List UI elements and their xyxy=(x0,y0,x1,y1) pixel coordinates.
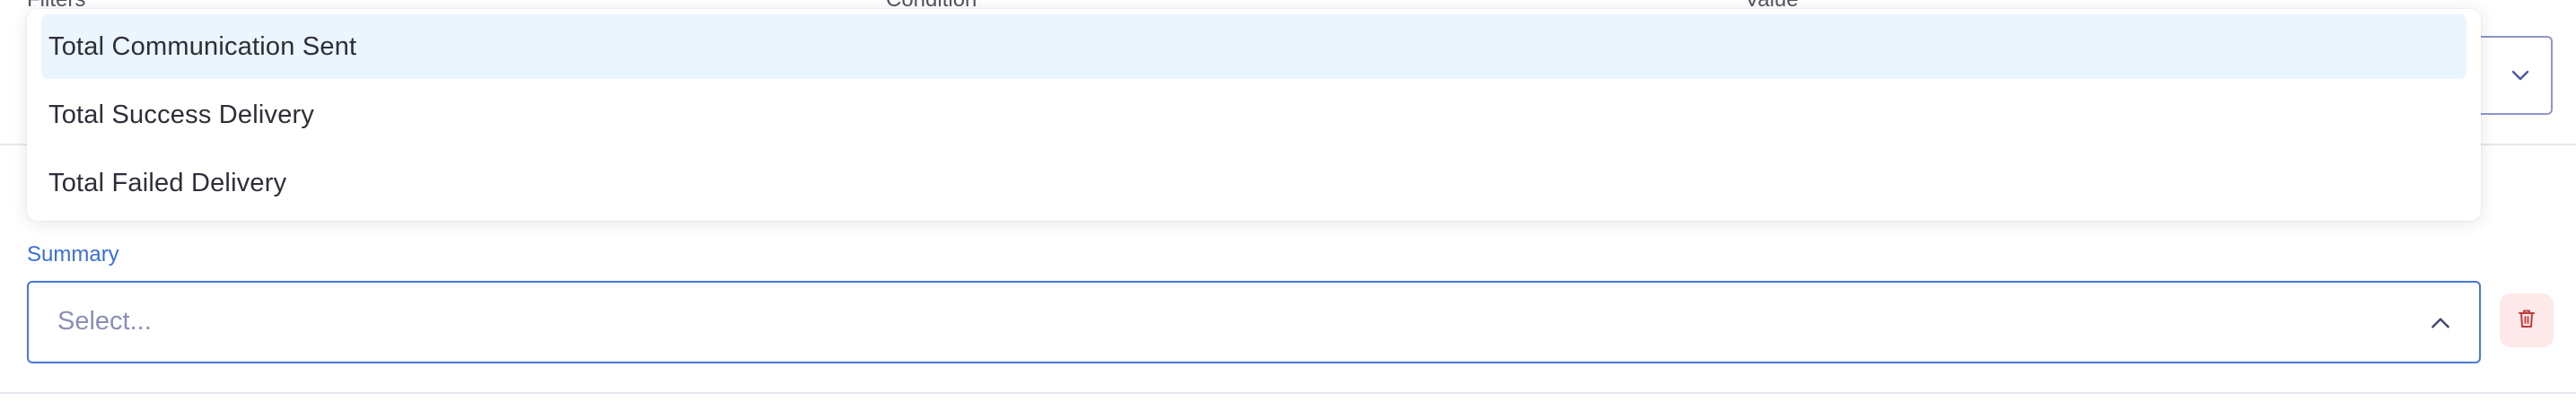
option-total-communication-sent[interactable]: Total Communication Sent xyxy=(41,14,2466,79)
delete-button[interactable] xyxy=(2500,293,2554,347)
trash-icon xyxy=(2517,308,2537,334)
chevron-down-icon xyxy=(2510,65,2531,91)
chevron-up-icon xyxy=(2429,311,2452,339)
summary-placeholder: Select... xyxy=(57,307,152,336)
summary-label: Summary xyxy=(27,242,119,267)
option-total-success-delivery[interactable]: Total Success Delivery xyxy=(41,83,2466,147)
summary-select[interactable]: Select... xyxy=(27,281,2481,363)
summary-dropdown-menu: Total Communication Sent Total Success D… xyxy=(27,9,2481,221)
bottom-divider xyxy=(0,392,2576,394)
option-total-failed-delivery[interactable]: Total Failed Delivery xyxy=(41,151,2466,215)
